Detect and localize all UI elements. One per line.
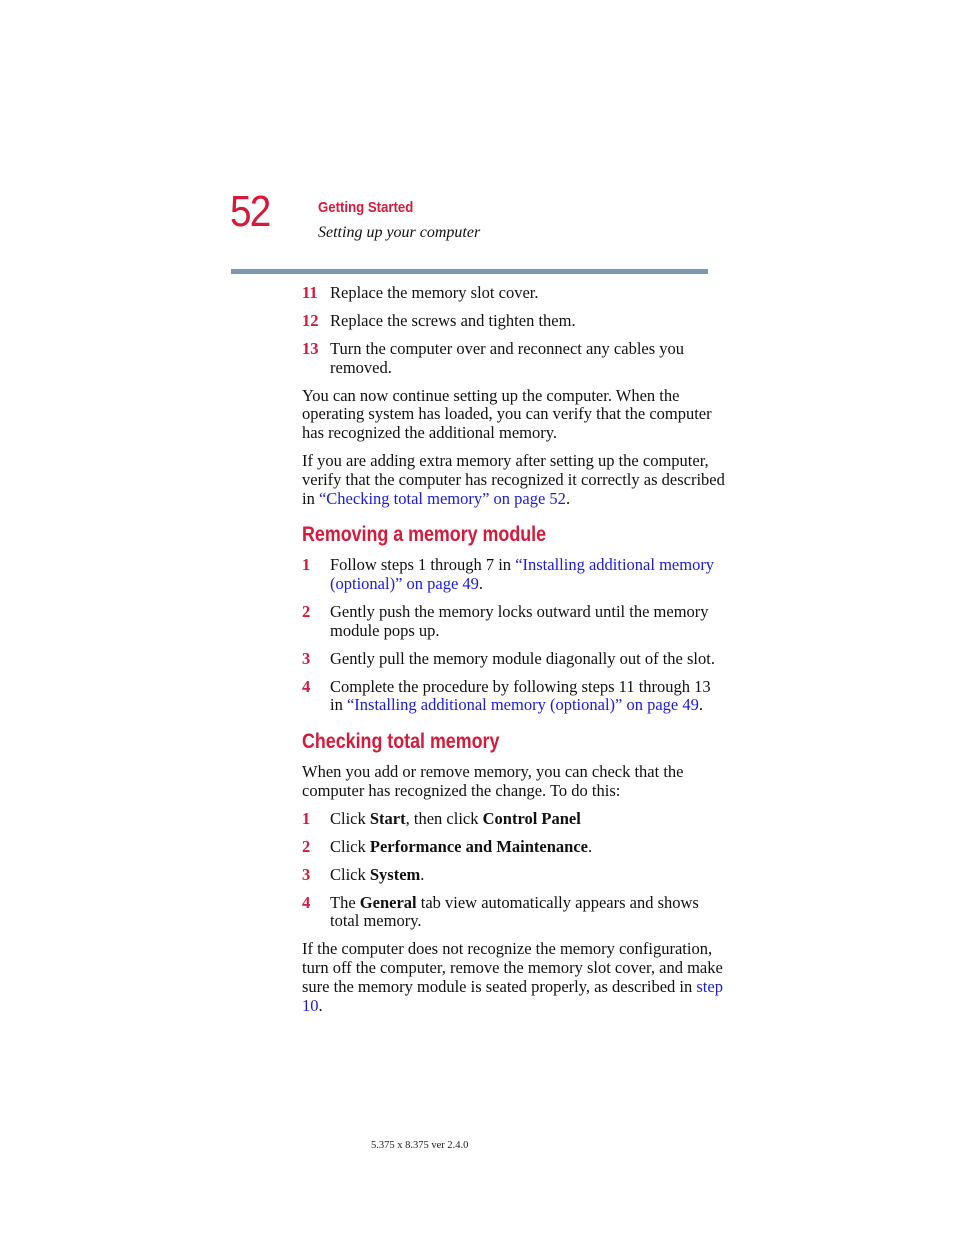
ui-term-system: System xyxy=(369,864,421,884)
page-content: 11 Replace the memory slot cover. 12 Rep… xyxy=(302,283,727,1025)
step-number: 3 xyxy=(302,864,311,884)
step-number: 2 xyxy=(302,601,311,621)
text: If the computer does not recognize the m… xyxy=(302,939,723,996)
header-rule xyxy=(231,269,708,274)
step-text: The xyxy=(330,892,360,912)
step-text: Click xyxy=(330,864,370,884)
step-number: 4 xyxy=(302,892,311,912)
step-text: . xyxy=(478,573,484,593)
footer-version: 5.375 x 8.375 ver 2.4.0 xyxy=(371,1140,469,1151)
step-text: . xyxy=(698,695,703,715)
step-text: Follow steps 1 through 7 in xyxy=(330,555,516,575)
removing-step-2: 2 Gently push the memory locks outward u… xyxy=(302,601,727,640)
chapter-title: Getting Started xyxy=(318,199,414,216)
text: . xyxy=(565,488,571,508)
step-text: Click xyxy=(330,808,370,828)
ui-term-general: General xyxy=(359,892,417,912)
step-text: Gently push the memory locks outward unt… xyxy=(330,601,709,640)
step-number: 1 xyxy=(302,808,311,828)
link-installing-additional-memory[interactable]: “Installing additional memory (optional)… xyxy=(347,695,699,714)
step-number: 1 xyxy=(302,555,311,575)
link-checking-total-memory[interactable]: “Checking total memory” on page 52 xyxy=(319,489,566,508)
section-subtitle: Setting up your computer xyxy=(318,224,481,241)
step-number: 12 xyxy=(302,311,319,330)
step-text: . xyxy=(588,836,593,856)
removing-step-4: 4 Complete the procedure by following st… xyxy=(302,676,727,715)
removing-step-3: 3 Gently pull the memory module diagonal… xyxy=(302,648,727,669)
step-text: , then click xyxy=(405,808,483,828)
paragraph-continue-setup: You can now continue setting up the comp… xyxy=(302,385,712,443)
step-text: Replace the screws and tighten them. xyxy=(330,311,576,330)
step-number: 4 xyxy=(302,676,311,696)
step-number: 11 xyxy=(302,283,318,302)
page-number: 52 xyxy=(230,187,271,236)
paragraph-verify-memory: If you are adding extra memory after set… xyxy=(302,451,727,508)
step-text: Click xyxy=(330,836,370,856)
step-text: Gently pull the memory module diagonally… xyxy=(330,648,715,668)
checking-step-3: 3 Click System. xyxy=(302,864,727,885)
heading-checking-total-memory: Checking total memory xyxy=(302,730,500,754)
ui-term-start: Start xyxy=(369,808,406,828)
text: . xyxy=(318,995,323,1015)
step-11: 11 Replace the memory slot cover. xyxy=(302,283,727,303)
heading-removing-memory-module: Removing a memory module xyxy=(302,523,547,547)
checking-step-1: 1 Click Start, then click Control Panel xyxy=(302,808,727,829)
step-13: 13 Turn the computer over and reconnect … xyxy=(302,339,727,377)
step-text: . xyxy=(420,864,425,884)
step-number: 13 xyxy=(302,339,319,358)
ui-term-control-panel: Control Panel xyxy=(482,808,581,828)
ui-term-performance-maintenance: Performance and Maintenance xyxy=(369,836,588,856)
checking-step-2: 2 Click Performance and Maintenance. xyxy=(302,836,727,857)
paragraph-checking-intro: When you add or remove memory, you can c… xyxy=(302,762,684,800)
step-12: 12 Replace the screws and tighten them. xyxy=(302,311,727,331)
paragraph-troubleshooting: If the computer does not recognize the m… xyxy=(302,940,727,1015)
checking-step-4: 4 The General tab view automatically app… xyxy=(302,892,727,931)
step-number: 3 xyxy=(302,648,311,668)
step-text: Replace the memory slot cover. xyxy=(330,283,539,302)
removing-step-1: 1 Follow steps 1 through 7 in “Installin… xyxy=(302,555,727,593)
step-number: 2 xyxy=(302,836,311,856)
step-text: Turn the computer over and reconnect any… xyxy=(330,339,685,377)
